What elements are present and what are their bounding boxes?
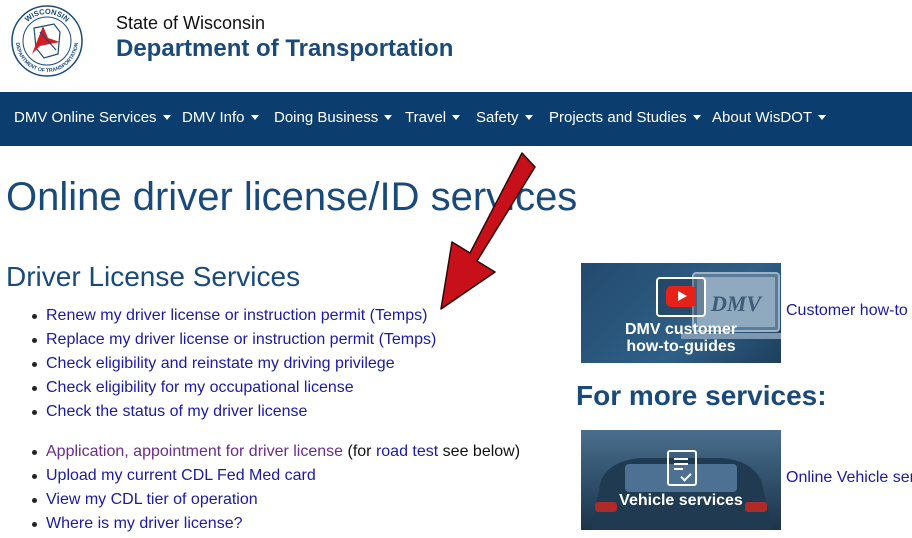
nav-label: DMV Info xyxy=(182,109,245,126)
caret-down-icon xyxy=(452,115,461,120)
link-application-appointment[interactable]: Application, appointment for driver lice… xyxy=(46,443,343,460)
link-upload-cdl-med-card[interactable]: Upload my current CDL Fed Med card xyxy=(46,467,316,484)
list-item: Check the status of my driver license xyxy=(31,400,436,424)
section-title-driver-license-services: Driver License Services xyxy=(6,261,301,292)
wisdot-seal-logo[interactable]: WISCONSIN DEPARTMENT OF TRANSPORTATION xyxy=(10,4,84,78)
caret-down-icon xyxy=(384,115,393,120)
link-license-status[interactable]: Check the status of my driver license xyxy=(46,403,307,420)
nav-doing-business[interactable]: Doing Business xyxy=(274,92,393,146)
link-road-test[interactable]: road test xyxy=(376,443,438,460)
caret-down-icon xyxy=(250,115,259,120)
caret-down-icon xyxy=(692,115,701,120)
link-occupational-license[interactable]: Check eligibility for my occupational li… xyxy=(46,379,354,396)
inline-text: (for xyxy=(347,443,372,460)
vehicle-services-tile[interactable]: Vehicle services xyxy=(581,430,781,530)
link-reinstate-privilege[interactable]: Check eligibility and reinstate my drivi… xyxy=(46,355,395,372)
driver-license-links-list-2: Application, appointment for driver lice… xyxy=(31,440,521,536)
link-renew-license[interactable]: Renew my driver license or instruction p… xyxy=(46,307,427,324)
state-label: State of Wisconsin xyxy=(116,13,266,33)
list-item: Renew my driver license or instruction p… xyxy=(31,304,436,328)
nav-projects-and-studies[interactable]: Projects and Studies xyxy=(549,92,701,146)
link-customer-how-to[interactable]: Customer how-to xyxy=(786,302,908,320)
nav-dmv-online-services[interactable]: DMV Online Services xyxy=(14,92,171,146)
nav-dmv-info[interactable]: DMV Info xyxy=(182,92,259,146)
tile-caption: Vehicle services xyxy=(619,492,743,509)
dmv-how-to-guides-tile[interactable]: DMV DMV customer how-to-guides xyxy=(581,263,781,363)
document-check-icon xyxy=(667,450,697,486)
link-replace-license[interactable]: Replace my driver license or instruction… xyxy=(46,331,436,348)
list-item: Check eligibility for my occupational li… xyxy=(31,376,436,400)
caret-down-icon xyxy=(818,115,827,120)
inline-text: see below) xyxy=(442,443,521,460)
nav-label: Projects and Studies xyxy=(549,109,687,126)
link-cdl-tier[interactable]: View my CDL tier of operation xyxy=(46,491,258,508)
main-navigation: DMV Online Services DMV Info Doing Busin… xyxy=(0,92,912,146)
link-online-vehicle-services[interactable]: Online Vehicle ser xyxy=(786,469,912,487)
list-item: View my CDL tier of operation xyxy=(31,488,520,512)
screen-dmv-text: DMV xyxy=(710,291,763,316)
nav-label: Safety xyxy=(476,109,519,126)
page-title: Online driver license/ID services xyxy=(6,175,578,219)
list-item: Replace my driver license or instruction… xyxy=(31,328,436,352)
list-item: Where is my driver license? xyxy=(31,512,520,536)
nav-travel[interactable]: Travel xyxy=(405,92,461,146)
nav-about-wisdot[interactable]: About WisDOT xyxy=(712,92,827,146)
list-item: Upload my current CDL Fed Med card xyxy=(31,464,520,488)
list-item: Check eligibility and reinstate my drivi… xyxy=(31,352,436,376)
caret-down-icon xyxy=(162,115,171,120)
list-item: Application, appointment for driver lice… xyxy=(31,440,521,464)
nav-label: DMV Online Services xyxy=(14,109,157,126)
link-where-is-my-license[interactable]: Where is my driver license? xyxy=(46,515,243,532)
driver-license-links-list: Renew my driver license or instruction p… xyxy=(31,304,436,424)
site-header: WISCONSIN DEPARTMENT OF TRANSPORTATION S… xyxy=(0,0,912,92)
caret-down-icon xyxy=(524,115,533,120)
nav-label: About WisDOT xyxy=(712,109,813,126)
more-services-heading: For more services: xyxy=(576,380,827,411)
tile-caption: DMV customer how-to-guides xyxy=(624,321,738,355)
nav-label: Travel xyxy=(405,109,447,126)
play-video-icon xyxy=(656,277,706,317)
department-title[interactable]: Department of Transportation xyxy=(116,35,453,63)
nav-safety[interactable]: Safety xyxy=(476,92,533,146)
nav-label: Doing Business xyxy=(274,109,379,126)
